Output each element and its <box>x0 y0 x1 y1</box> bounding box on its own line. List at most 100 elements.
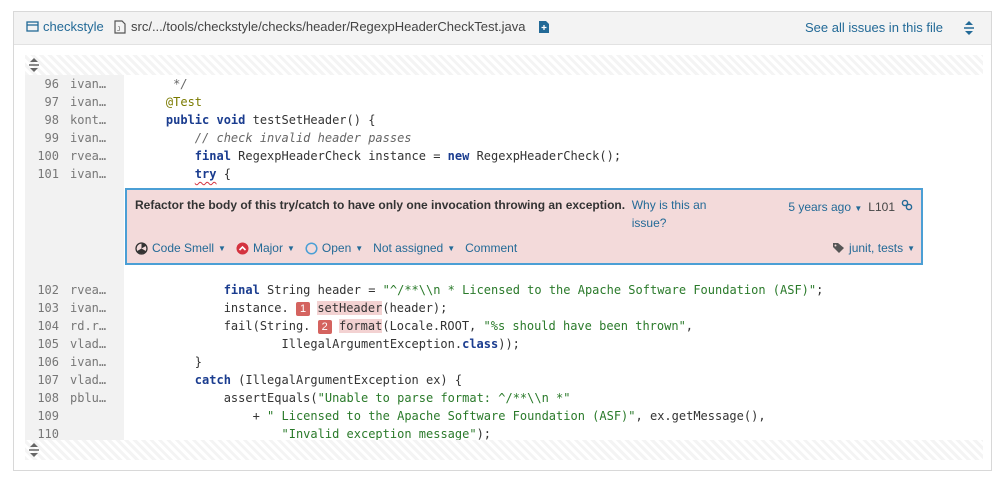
line-number[interactable]: 107 <box>25 371 59 389</box>
line-gutter: 97 ivan… <box>25 93 124 111</box>
code-token: ); <box>476 427 492 441</box>
line-number[interactable]: 109 <box>25 407 59 425</box>
line-number[interactable]: 98 <box>25 111 59 129</box>
expand-bottom-bar[interactable] <box>25 440 983 460</box>
code-line: 100 rvea… final RegexpHeaderCheck instanc… <box>25 147 983 165</box>
line-author[interactable]: rvea… <box>59 281 120 299</box>
expand-top-bar[interactable] <box>25 55 983 75</box>
line-author[interactable]: ivan… <box>59 353 120 371</box>
line-author[interactable] <box>59 407 120 425</box>
line-author[interactable]: ivan… <box>59 299 120 317</box>
file-header: checkstyle J src/.../tools/checkstyle/ch… <box>14 12 991 45</box>
line-gutter: 104 rd.r… <box>25 317 124 335</box>
tags-dropdown[interactable]: junit, tests ▼ <box>832 241 915 255</box>
line-number[interactable]: 96 <box>25 75 59 93</box>
code-line: 96 ivan… */ <box>25 75 983 93</box>
line-number[interactable]: 103 <box>25 299 59 317</box>
line-number[interactable]: 99 <box>25 129 59 147</box>
line-gutter: 101 ivan… <box>25 165 124 183</box>
line-gutter: 99 ivan… <box>25 129 124 147</box>
code-token: public void <box>165 113 246 127</box>
line-author[interactable]: ivan… <box>59 165 120 183</box>
file-icon: J <box>114 19 126 34</box>
code-token: */ <box>137 77 188 91</box>
line-author[interactable]: ivan… <box>59 93 120 111</box>
line-source: final RegexpHeaderCheck instance = new R… <box>124 147 621 165</box>
open-status-icon <box>305 241 318 255</box>
line-gutter: 98 kont… <box>25 111 124 129</box>
line-author[interactable]: ivan… <box>59 75 120 93</box>
code-lines-bottom: 102 rvea… final String header = "^/**\\n … <box>25 281 983 443</box>
line-author[interactable]: ivan… <box>59 129 120 147</box>
see-all-issues-link[interactable]: See all issues in this file <box>805 20 943 35</box>
project-icon <box>26 20 39 33</box>
line-author[interactable]: pblu… <box>59 389 120 407</box>
severity-dropdown[interactable]: Major ▼ <box>236 241 295 255</box>
line-number[interactable]: 108 <box>25 389 59 407</box>
why-link[interactable]: Why is this an issue? <box>632 196 722 232</box>
line-source: instance. 1 setHeader(header); <box>124 299 447 317</box>
line-number[interactable]: 104 <box>25 317 59 335</box>
issue-actions: Code Smell ▼ Major ▼ Open ▼ Not assigned ▼ C… <box>135 241 517 255</box>
line-author[interactable]: kont… <box>59 111 120 129</box>
line-gutter: 102 rvea… <box>25 281 124 299</box>
line-source: public void testSetHeader() { <box>124 111 376 129</box>
code-line: 99 ivan… // check invalid header passes <box>25 129 983 147</box>
line-number[interactable]: 97 <box>25 93 59 111</box>
line-author[interactable]: rd.r… <box>59 317 120 335</box>
line-author[interactable]: rvea… <box>59 147 120 165</box>
line-gutter: 107 vlad… <box>25 371 124 389</box>
code-token: String header = <box>259 283 383 297</box>
code-token: (IllegalArgumentException ex) { <box>230 373 463 387</box>
code-token: RegexpHeaderCheck(); <box>469 149 622 163</box>
type-dropdown[interactable]: Code Smell ▼ <box>135 241 226 255</box>
line-number[interactable]: 101 <box>25 165 59 183</box>
line-author[interactable]: vlad… <box>59 371 120 389</box>
line-source: try { <box>124 165 231 183</box>
code-token: )); <box>498 337 520 351</box>
code-line: 104 rd.r… fail(String. 2 format(Locale.RO… <box>25 317 983 335</box>
code-token: final <box>223 283 260 297</box>
expand-icon[interactable] <box>963 20 975 41</box>
code-token: " Licensed to the Apache Software Founda… <box>267 409 636 423</box>
tag-icon <box>833 243 845 253</box>
code-line: 107 vlad… catch (IllegalArgumentException… <box>25 371 983 389</box>
line-number[interactable]: 100 <box>25 147 59 165</box>
line-number[interactable]: 105 <box>25 335 59 353</box>
expand-down-icon <box>28 442 40 463</box>
line-number[interactable]: 102 <box>25 281 59 299</box>
status-dropdown[interactable]: Open ▼ <box>305 241 363 255</box>
issue-age[interactable]: 5 years ago ▼ <box>788 200 862 214</box>
line-source: } <box>124 353 202 371</box>
code-token: ; <box>816 283 824 297</box>
svg-text:J: J <box>117 26 121 33</box>
code-line: 103 ivan… instance. 1 setHeader(header); <box>25 299 983 317</box>
major-severity-icon <box>236 242 249 254</box>
line-gutter: 109 <box>25 407 124 425</box>
line-gutter: 96 ivan… <box>25 75 124 93</box>
code-token: fail(String. <box>137 319 318 333</box>
location-marker[interactable]: 2 <box>317 320 332 334</box>
file-path: J src/.../tools/checkstyle/checks/header… <box>114 19 550 34</box>
code-token: (header); <box>382 301 448 315</box>
assignee-dropdown[interactable]: Not assigned ▼ <box>373 241 455 255</box>
issue-box[interactable]: Refactor the body of this try/catch to h… <box>125 188 923 265</box>
code-token: new <box>447 149 470 163</box>
comment-button[interactable]: Comment <box>465 241 517 255</box>
code-line: 98 kont… public void testSetHeader() { <box>25 111 983 129</box>
line-number[interactable]: 106 <box>25 353 59 371</box>
project-link[interactable]: checkstyle <box>26 19 104 34</box>
location-marker[interactable]: 1 <box>295 302 311 316</box>
code-token: testSetHeader() { <box>245 113 376 127</box>
permalink-icon[interactable] <box>901 199 913 214</box>
open-file-icon[interactable] <box>538 20 550 34</box>
code-token: final <box>194 149 231 163</box>
line-author[interactable]: vlad… <box>59 335 120 353</box>
issue-line[interactable]: L101 <box>868 200 895 214</box>
code-token: setHeader <box>317 301 383 315</box>
line-gutter: 108 pblu… <box>25 389 124 407</box>
